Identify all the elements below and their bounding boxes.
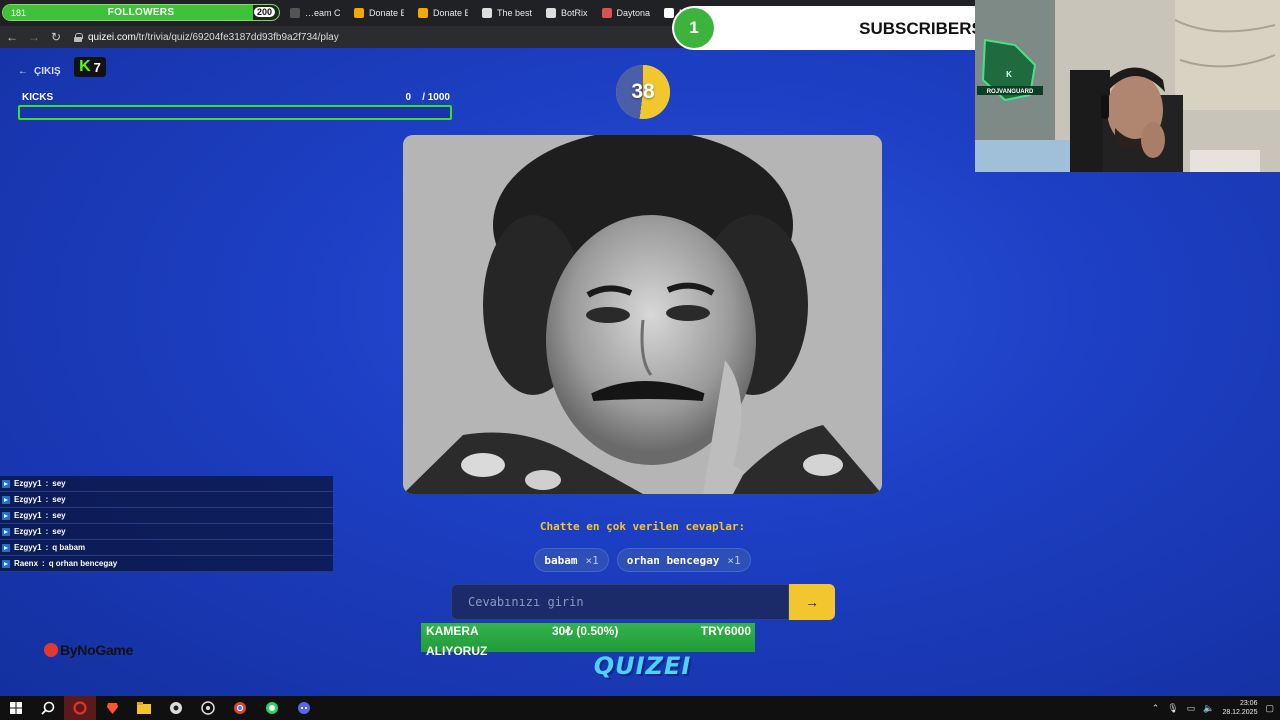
quizei-logo: QUIZEI (593, 652, 692, 680)
exit-label: ÇIKIŞ (34, 66, 61, 77)
chat-message: Ezgyy1: sey (0, 492, 333, 508)
donation-title-line1: KAMERA (426, 624, 479, 638)
chat-text: q babam (52, 543, 86, 552)
followers-goal-bar: 181 FOLLOWERS 200 (2, 4, 280, 21)
clock-time: 23:06 (1239, 700, 1258, 707)
chat-username: Ezgyy1 (14, 527, 42, 536)
microphone-icon[interactable]: 🎙 (1167, 703, 1178, 714)
kicks-progress-bar (18, 105, 452, 120)
bookmark-item[interactable]: The best (482, 8, 532, 18)
chat-username: Ezgyy1 (14, 511, 42, 520)
kick-platform-icon (2, 479, 10, 488)
bookmark-favicon-icon (418, 8, 428, 18)
lock-icon (74, 32, 83, 42)
bookmark-favicon-icon (290, 8, 300, 18)
opera-icon[interactable] (64, 696, 96, 720)
donation-goal: TRY6000 (700, 624, 751, 638)
chat-overlay: Ezgyy1: sey Ezgyy1: sey Ezgyy1: sey Ezgyy1: sey… (0, 476, 333, 572)
chat-message: Ezgyy1: q babam (0, 540, 333, 556)
chat-message: Raenx: q orhan bencegay (0, 556, 333, 572)
volume-icon[interactable]: 🔈 (1203, 703, 1214, 714)
chat-message: Ezgyy1: sey (0, 508, 333, 524)
kick-logo-icon: K (79, 58, 91, 75)
kick-badge: K 7 (74, 57, 106, 77)
back-icon[interactable]: ← (2, 27, 22, 47)
folder-icon[interactable] (128, 696, 160, 720)
chat-message: Ezgyy1: sey (0, 524, 333, 540)
chat-message: Ezgyy1: sey (0, 476, 333, 492)
webcam-feed: K ROJVANGUARD (975, 0, 1280, 172)
chat-text: q orhan bencegay (48, 559, 118, 568)
bynogame-mark-icon (44, 643, 58, 657)
chat-text: sey (52, 495, 66, 504)
donation-amount: 30₺ (0.50%) (552, 624, 619, 638)
whatsapp-icon[interactable] (256, 696, 288, 720)
quiz-photo (403, 135, 882, 494)
brave-icon[interactable] (96, 696, 128, 720)
followers-label: FOLLOWERS (107, 7, 175, 18)
answer-chip: orhan bencegay ×1 (616, 548, 751, 572)
kick-platform-icon (2, 527, 10, 536)
webcam-logo-text: ROJVANGUARD (987, 89, 1034, 95)
kick-badge-count: 7 (93, 59, 101, 75)
bookmark-favicon-icon (482, 8, 492, 18)
network-icon[interactable]: ▭ (1187, 703, 1196, 714)
system-tray: ⌃ 🎙 ▭ 🔈 23:06 28.12.2025 ▢ (1152, 696, 1274, 720)
bynogame-logo: ByNoGame (44, 642, 133, 658)
followers-goal: 200 (253, 7, 275, 17)
bookmark-favicon-icon (664, 8, 675, 18)
discord-icon[interactable] (288, 696, 320, 720)
svg-text:K: K (1006, 70, 1012, 79)
kick-platform-icon (2, 511, 10, 520)
chat-username: Ezgyy1 (14, 495, 42, 504)
portrait-image (403, 135, 882, 494)
countdown-timer: 38 (616, 65, 670, 119)
answer-chip: babam ×1 (534, 548, 609, 572)
kicks-value: 0 / 1000 (405, 92, 451, 103)
chevron-up-icon[interactable]: ⌃ (1152, 703, 1160, 714)
timer-value: 38 (631, 80, 655, 103)
submit-answer-button[interactable]: → (789, 584, 835, 620)
chat-text: sey (52, 479, 66, 488)
bookmark-item[interactable]: …eam C (290, 8, 340, 18)
bookmark-favicon-icon (601, 8, 612, 18)
reload-icon[interactable]: ↻ (46, 27, 66, 47)
bookmark-item[interactable]: BotRix (546, 8, 588, 18)
donation-title-line2: ALIYORUZ (426, 644, 488, 658)
bookmark-item[interactable]: Daytona (601, 8, 650, 18)
app-icon[interactable] (192, 696, 224, 720)
kicks-label: KICKS (22, 92, 54, 103)
clock-date: 28.12.2025 (1222, 709, 1258, 716)
donation-goal-bar: KAMERA ALIYORUZ 30₺ (0.50%) TRY6000 (421, 623, 755, 658)
top-answers-title: Chatte en çok verilen cevaplar: (539, 520, 746, 533)
taskbar: ⌃ 🎙 ▭ 🔈 23:06 28.12.2025 ▢ (0, 696, 1280, 720)
bookmark-item[interactable]: Donate E (354, 8, 404, 18)
kick-platform-icon (2, 495, 10, 504)
url-field[interactable]: quizei.com/tr/trivia/quiz/69204fe3187dd9… (88, 32, 339, 43)
chat-text: sey (52, 527, 66, 536)
clock[interactable]: 23:06 28.12.2025 (1222, 699, 1257, 717)
app-icon[interactable] (160, 696, 192, 720)
bookmark-favicon-icon (546, 8, 556, 18)
chat-text: sey (52, 511, 66, 520)
chat-username: Ezgyy1 (14, 479, 42, 488)
chrome-icon[interactable] (224, 696, 256, 720)
answer-input[interactable] (451, 584, 789, 620)
streamer-webcam-image: K ROJVANGUARD (975, 0, 1280, 172)
kick-platform-icon (2, 559, 10, 568)
top-answers-list: babam ×1 orhan bencegay ×1 (403, 548, 882, 572)
forward-icon[interactable]: → (24, 27, 44, 47)
bookmark-favicon-icon (354, 8, 364, 18)
exit-button[interactable]: ← ÇIKIŞ (18, 66, 61, 77)
windows-start-icon[interactable] (0, 696, 32, 720)
arrow-left-icon: ← (18, 66, 28, 77)
kick-platform-icon (2, 543, 10, 552)
chat-username: Raenx (14, 559, 39, 568)
screen: …eam C Donate E Donate E The best BotRix Dayt… (0, 0, 1280, 720)
bookmark-item[interactable]: Donate E (418, 8, 468, 18)
notifications-icon[interactable]: ▢ (1265, 703, 1274, 714)
search-icon[interactable] (32, 696, 64, 720)
chat-username: Ezgyy1 (14, 543, 42, 552)
